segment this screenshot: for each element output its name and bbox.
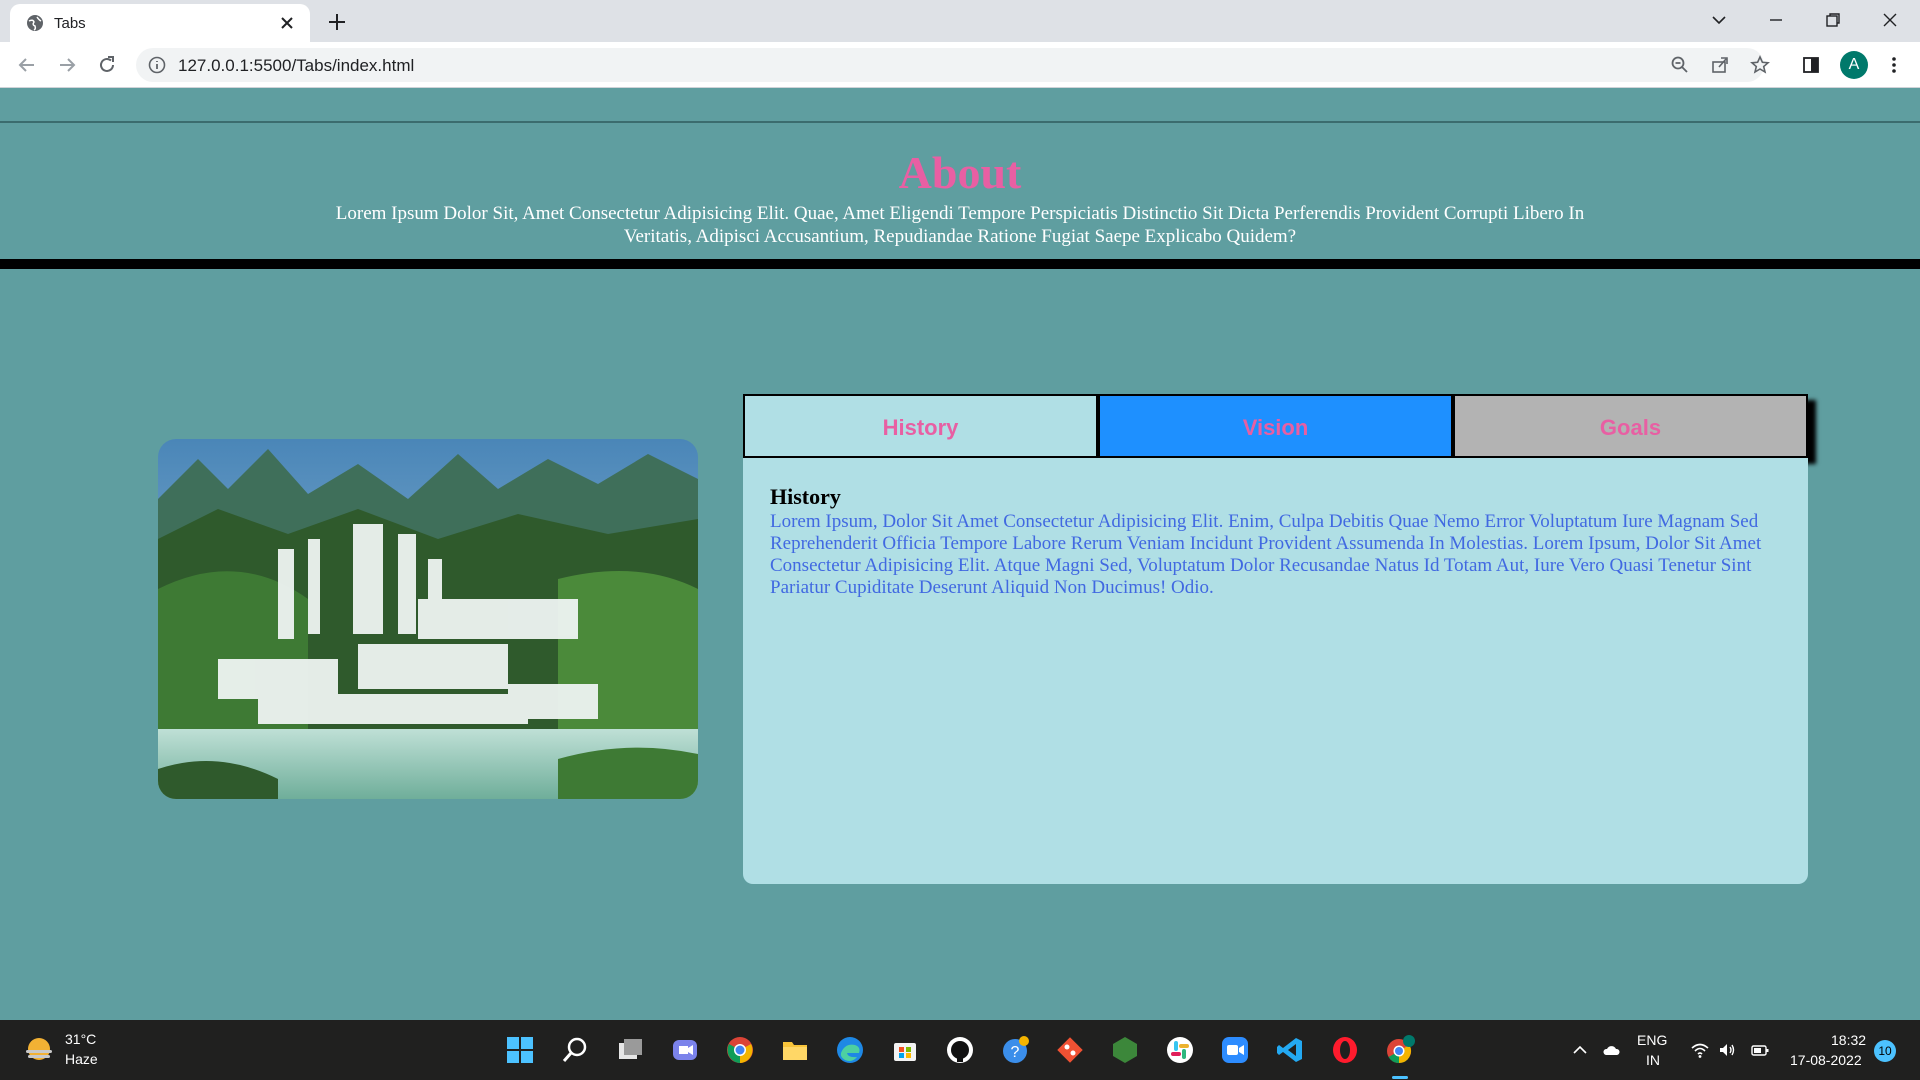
bookmark-star-icon[interactable]	[1750, 55, 1770, 75]
close-window-icon[interactable]	[1879, 9, 1901, 31]
wifi-icon[interactable]	[1690, 1040, 1710, 1060]
minimize-icon[interactable]	[1765, 9, 1787, 31]
weather-haze-icon[interactable]	[22, 1034, 56, 1064]
file-explorer-icon[interactable]	[780, 1035, 810, 1065]
svg-text:?: ?	[1011, 1044, 1020, 1061]
language-indicator[interactable]: ENG	[1637, 1032, 1667, 1048]
zoom-icon[interactable]	[1670, 55, 1690, 75]
zoom-meeting-icon[interactable]	[1220, 1035, 1250, 1065]
weather-condition[interactable]: Haze	[65, 1051, 98, 1067]
region-indicator[interactable]: IN	[1646, 1052, 1660, 1068]
reload-icon[interactable]	[96, 54, 118, 76]
active-app-indicator	[1392, 1076, 1408, 1079]
slack-icon[interactable]	[1165, 1035, 1195, 1065]
panel-text: Lorem Ipsum, Dolor Sit Amet Consectetur …	[770, 511, 1762, 598]
microsoft-store-icon[interactable]	[890, 1035, 920, 1065]
panel-title: History	[770, 484, 841, 509]
address-bar[interactable]: 127.0.0.1:5500/Tabs/index.html	[136, 48, 1770, 82]
back-icon[interactable]	[16, 54, 38, 76]
about-title: About	[898, 147, 1022, 198]
tab-vision[interactable]: Vision	[1098, 394, 1453, 458]
nodejs-icon[interactable]	[1110, 1035, 1140, 1065]
task-view-icon[interactable]	[615, 1035, 645, 1065]
tab-goals[interactable]: Goals	[1453, 394, 1808, 458]
share-icon[interactable]	[1710, 55, 1730, 75]
search-icon[interactable]	[560, 1035, 590, 1065]
browser-tabstrip: Tabs	[0, 0, 1920, 42]
close-icon[interactable]	[278, 14, 296, 32]
help-icon[interactable]: ?	[1000, 1035, 1030, 1065]
globe-icon	[27, 15, 43, 31]
git-icon[interactable]	[1055, 1035, 1085, 1065]
onedrive-cloud-icon[interactable]	[1601, 1040, 1621, 1060]
windows-taskbar: 31°C Haze ? ENG IN 18:32 17-08-2022 10	[0, 1020, 1920, 1080]
about-section: About Lorem Ipsum Dolor Sit, Amet Consec…	[0, 121, 1920, 269]
profile-avatar[interactable]: A	[1840, 51, 1868, 79]
restore-icon[interactable]	[1822, 9, 1844, 31]
new-tab-icon[interactable]	[326, 11, 348, 33]
notification-badge[interactable]: 10	[1874, 1040, 1896, 1062]
clock-date[interactable]: 17-08-2022	[1790, 1052, 1862, 1068]
vscode-icon[interactable]	[1275, 1035, 1305, 1065]
url-text[interactable]: 127.0.0.1:5500/Tabs/index.html	[178, 56, 414, 76]
forward-icon[interactable]	[56, 54, 78, 76]
site-info-icon[interactable]	[148, 56, 166, 74]
browser-tab[interactable]: Tabs	[10, 4, 310, 42]
weather-temperature[interactable]: 31°C	[65, 1031, 96, 1047]
side-panel-icon[interactable]	[1800, 54, 1822, 76]
about-text: Lorem Ipsum Dolor Sit, Amet Consectetur …	[335, 203, 1585, 247]
chrome-profile-icon[interactable]	[1385, 1035, 1415, 1065]
teams-chat-icon[interactable]	[670, 1035, 700, 1065]
tab-bar: History Vision Goals	[743, 394, 1808, 458]
chevron-up-icon[interactable]	[1570, 1040, 1590, 1060]
edge-icon[interactable]	[835, 1035, 865, 1065]
tab-history[interactable]: History	[743, 394, 1098, 458]
start-icon[interactable]	[505, 1035, 535, 1065]
opera-icon[interactable]	[1330, 1035, 1360, 1065]
tab-content-panel: History Lorem Ipsum, Dolor Sit Amet Cons…	[743, 458, 1808, 884]
browser-toolbar: 127.0.0.1:5500/Tabs/index.html A	[0, 42, 1920, 88]
tab-title: Tabs	[54, 15, 86, 32]
volume-icon[interactable]	[1717, 1040, 1737, 1060]
github-icon[interactable]	[945, 1035, 975, 1065]
tab-search-icon[interactable]	[1708, 9, 1730, 31]
clock-time[interactable]: 18:32	[1831, 1032, 1866, 1048]
chrome-icon[interactable]	[725, 1035, 755, 1065]
page-content: About Lorem Ipsum Dolor Sit, Amet Consec…	[0, 88, 1920, 1020]
more-menu-icon[interactable]	[1883, 54, 1905, 76]
waterfall-image	[158, 439, 698, 799]
battery-icon[interactable]	[1750, 1040, 1770, 1060]
